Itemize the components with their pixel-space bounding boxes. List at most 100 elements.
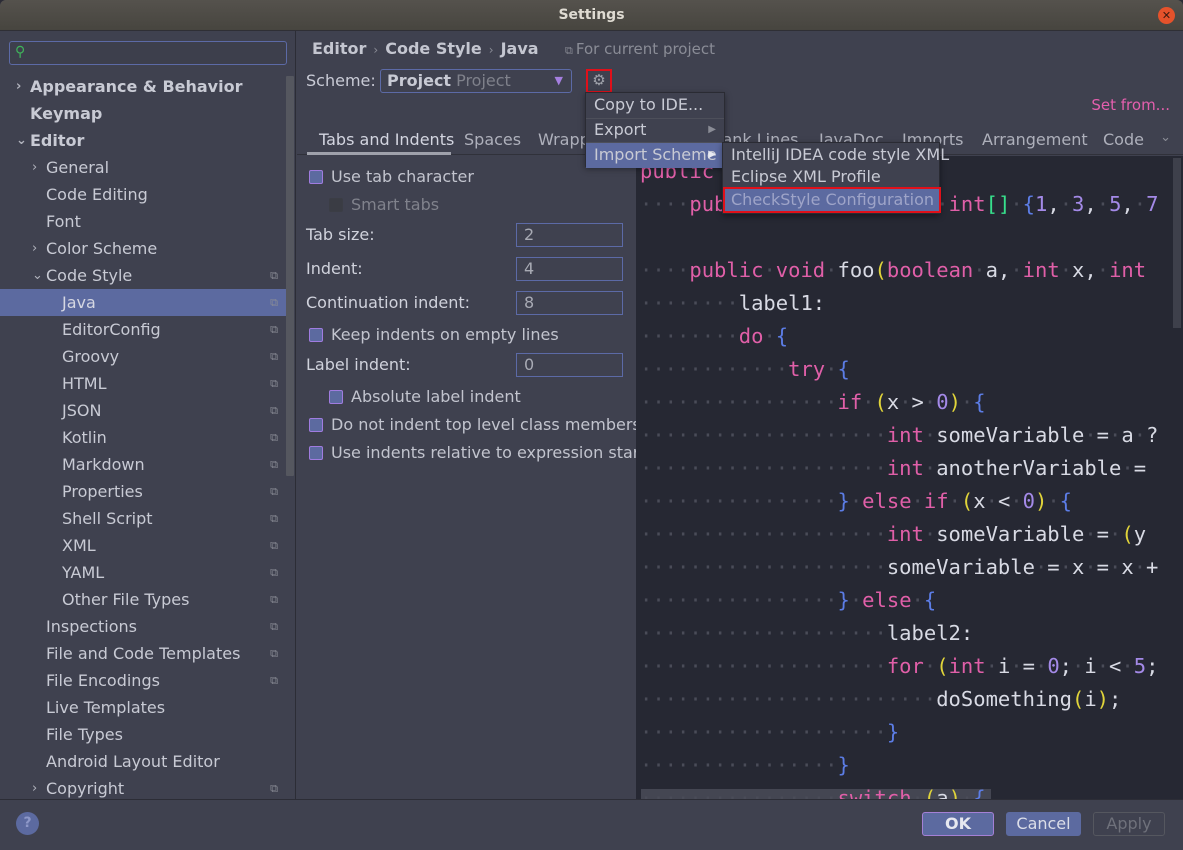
- chevron-right-icon[interactable]: ›: [32, 235, 44, 262]
- sidebar-item-appearance-behavior[interactable]: › Appearance & Behavior: [0, 73, 286, 100]
- sidebar-item-kotlin[interactable]: Kotlin ⧉: [0, 424, 286, 451]
- tab-tabs-and-indents[interactable]: Tabs and Indents: [319, 130, 454, 149]
- sidebar-item-general[interactable]: › General: [0, 154, 286, 181]
- checkbox[interactable]: [309, 328, 323, 342]
- sidebar-item-code-style[interactable]: ⌄ Code Style ⧉: [0, 262, 286, 289]
- absolute-label-indent-checkbox[interactable]: Absolute label indent: [329, 387, 521, 406]
- project-scope-icon: ⧉: [270, 512, 278, 525]
- tab-arrangement[interactable]: Arrangement: [982, 130, 1088, 149]
- scheme-sub: Project: [456, 71, 511, 90]
- scheme-dropdown[interactable]: Project Project ▼: [380, 69, 572, 93]
- chevron-right-icon[interactable]: ›: [32, 154, 44, 181]
- sidebar-item-yaml[interactable]: YAML ⧉: [0, 559, 286, 586]
- tab-spaces[interactable]: Spaces: [464, 130, 521, 149]
- checkbox[interactable]: [309, 170, 323, 184]
- project-scope-icon: ⧉: [270, 323, 278, 336]
- code-line: ····················}: [640, 720, 900, 744]
- tab-code-generation[interactable]: Code: [1103, 130, 1144, 149]
- sidebar-item-label: File and Code Templates: [46, 644, 241, 663]
- checkbox[interactable]: [329, 390, 343, 404]
- gear-icon[interactable]: ⚙: [586, 69, 612, 93]
- continuation-indent-field[interactable]: 8: [516, 291, 623, 315]
- ok-button[interactable]: OK: [922, 812, 994, 836]
- sidebar-item-keymap[interactable]: Keymap: [0, 100, 286, 127]
- code-line: ····················int·someVariable·=·(…: [640, 522, 1147, 546]
- close-icon[interactable]: ✕: [1158, 7, 1175, 24]
- code-line: ········label1:: [640, 291, 826, 315]
- breadcrumb-item: Java: [500, 39, 539, 58]
- chevron-down-icon[interactable]: ⌄: [1160, 130, 1171, 145]
- sidebar-item-shell-script[interactable]: Shell Script ⧉: [0, 505, 286, 532]
- menu-item-export[interactable]: Export ▶: [586, 118, 724, 143]
- sidebar-scrollbar[interactable]: [286, 76, 294, 476]
- menu-item-copy-to-ide[interactable]: Copy to IDE...: [586, 93, 724, 118]
- chevron-down-icon[interactable]: ⌄: [16, 127, 28, 154]
- tab-size-field[interactable]: 2: [516, 223, 623, 247]
- sidebar-item-groovy[interactable]: Groovy ⧉: [0, 343, 286, 370]
- continuation-indent-label: Continuation indent:: [306, 293, 471, 312]
- checkbox[interactable]: [309, 446, 323, 460]
- sidebar-item-inspections[interactable]: Inspections ⧉: [0, 613, 286, 640]
- sidebar-item-html[interactable]: HTML ⧉: [0, 370, 286, 397]
- sidebar-item-color-scheme[interactable]: › Color Scheme: [0, 235, 286, 262]
- sidebar-item-properties[interactable]: Properties ⧉: [0, 478, 286, 505]
- sidebar-item-label: Color Scheme: [46, 239, 158, 258]
- sidebar-item-label: HTML: [62, 374, 107, 393]
- sidebar-item-file-encodings[interactable]: File Encodings ⧉: [0, 667, 286, 694]
- menu-item-eclipse-xml[interactable]: Eclipse XML Profile: [723, 166, 939, 188]
- code-scrollbar[interactable]: [1173, 158, 1181, 328]
- sidebar-item-other-file-types[interactable]: Other File Types ⧉: [0, 586, 286, 613]
- scope-text: For current project: [575, 40, 716, 58]
- breadcrumb-item: Editor: [312, 39, 367, 58]
- no-indent-top-level-checkbox[interactable]: Do not indent top level class members: [309, 415, 641, 434]
- project-scope-icon: ⧉: [270, 377, 278, 390]
- settings-tree: › Appearance & Behavior Keymap ⌄ Editor › Gene…: [0, 73, 286, 802]
- indent-label: Indent:: [306, 259, 363, 278]
- help-icon[interactable]: ?: [16, 812, 39, 835]
- chevron-right-icon[interactable]: ›: [32, 775, 44, 802]
- sidebar-item-java[interactable]: Java ⧉: [0, 289, 286, 316]
- menu-item-import-scheme[interactable]: Import Scheme ▶: [586, 143, 724, 168]
- indent-field[interactable]: 4: [516, 257, 623, 281]
- menu-item-intellij-xml[interactable]: IntelliJ IDEA code style XML: [723, 144, 949, 166]
- indents-relative-checkbox[interactable]: Use indents relative to expression start: [309, 443, 646, 462]
- project-scope-icon: ⧉: [270, 620, 278, 633]
- label-indent-field[interactable]: 0: [516, 353, 623, 377]
- sidebar-item-file-types[interactable]: File Types: [0, 721, 286, 748]
- code-preview: public····public·int[]·X·=·new·int[]·{1,…: [636, 156, 1183, 799]
- sidebar-item-code-editing[interactable]: Code Editing: [0, 181, 286, 208]
- chevron-down-icon[interactable]: ⌄: [32, 262, 44, 289]
- sidebar-item-json[interactable]: JSON ⧉: [0, 397, 286, 424]
- sidebar-item-editorconfig[interactable]: EditorConfig ⧉: [0, 316, 286, 343]
- sidebar-item-xml[interactable]: XML ⧉: [0, 532, 286, 559]
- sidebar-item-font[interactable]: Font: [0, 208, 286, 235]
- sidebar-item-markdown[interactable]: Markdown ⧉: [0, 451, 286, 478]
- use-tab-character-checkbox[interactable]: Use tab character: [309, 167, 474, 186]
- search-input[interactable]: ⚲: [9, 41, 287, 65]
- sidebar-item-copyright[interactable]: › Copyright ⧉: [0, 775, 286, 802]
- sidebar-item-editor[interactable]: ⌄ Editor: [0, 127, 286, 154]
- cancel-button[interactable]: Cancel: [1006, 812, 1081, 836]
- sidebar-item-file-and-code-templates[interactable]: File and Code Templates ⧉: [0, 640, 286, 667]
- sidebar-item-android-layout-editor[interactable]: Android Layout Editor: [0, 748, 286, 775]
- code-line: ························doSomething(i);: [640, 687, 1122, 711]
- set-from-link[interactable]: Set from...: [1091, 96, 1170, 114]
- sidebar-item-label: File Encodings: [46, 671, 160, 690]
- chevron-down-icon: ▼: [554, 74, 563, 87]
- sidebar-item-live-templates[interactable]: Live Templates: [0, 694, 286, 721]
- apply-button[interactable]: Apply: [1093, 812, 1165, 836]
- chevron-right-icon[interactable]: ›: [16, 73, 28, 100]
- project-scope-icon: ⧉: [270, 269, 278, 282]
- sidebar-item-label: XML: [62, 536, 96, 555]
- sidebar-item-label: Keymap: [30, 104, 103, 123]
- checkbox: [329, 198, 343, 212]
- tab-wrapping-and-braces[interactable]: Wrapp: [538, 130, 590, 149]
- checkbox[interactable]: [309, 418, 323, 432]
- keep-indents-empty-lines-checkbox[interactable]: Keep indents on empty lines: [309, 325, 559, 344]
- sidebar-item-label: Groovy: [62, 347, 120, 366]
- title-bar[interactable]: Settings ✕: [0, 0, 1183, 31]
- sidebar-item-label: General: [46, 158, 110, 177]
- indent-settings: Use tab character Smart tabs Tab size: 2…: [297, 156, 646, 799]
- sidebar-item-label: Properties: [62, 482, 143, 501]
- menu-item-checkstyle-configuration[interactable]: CheckStyle Configuration: [723, 187, 941, 213]
